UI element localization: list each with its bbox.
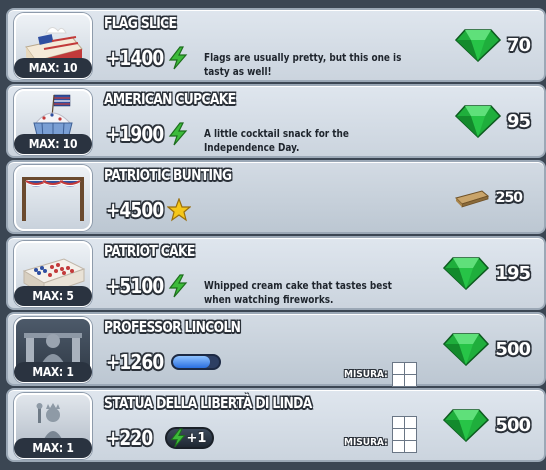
size-indicator: MISURA: bbox=[344, 416, 417, 453]
reward-value: +1400 bbox=[106, 46, 189, 70]
shop-item-american-cupcake[interactable]: MAX: 10 AMERICAN CUPCAKE +1900 A little … bbox=[6, 84, 546, 158]
footprint-grid-icon bbox=[391, 362, 417, 387]
reward-amount: +4500 bbox=[106, 198, 164, 222]
reward-value: +5100 bbox=[106, 274, 189, 298]
price-amount: 250 bbox=[495, 190, 523, 206]
item-description: Whipped cream cake that tastes best when… bbox=[204, 279, 392, 306]
price-tag[interactable]: 500 bbox=[443, 408, 531, 442]
price-amount: 95 bbox=[506, 110, 531, 132]
reward-value: +220 +1 bbox=[106, 426, 215, 450]
energy-bar-fill bbox=[173, 356, 211, 368]
patriotic-bunting-image bbox=[22, 177, 84, 221]
max-limit-badge: MAX: 10 bbox=[14, 134, 92, 154]
price-amount: 195 bbox=[495, 262, 531, 284]
reward-value: +1900 bbox=[106, 122, 189, 146]
item-title: STATUA DELLA LIBERTÀ DI LINDA bbox=[104, 394, 312, 412]
emerald-gem-icon bbox=[443, 257, 490, 290]
reward-amount: +1900 bbox=[106, 122, 164, 146]
energy-bar-icon bbox=[171, 354, 222, 370]
price-amount: 500 bbox=[495, 414, 531, 436]
shop-item-patriot-cake[interactable]: MAX: 5 PATRIOT CAKE +5100 Whipped cream … bbox=[6, 236, 546, 310]
price-tag[interactable]: 70 bbox=[454, 28, 531, 62]
price-tag[interactable]: 500 bbox=[443, 332, 531, 366]
item-description: Flags are usually pretty, but this one i… bbox=[204, 51, 402, 78]
bolt-bonus-badge: +1 bbox=[164, 427, 215, 449]
footprint-grid-icon bbox=[391, 416, 417, 453]
shop-item-list: MAX: 10 FLAG SLICE +1400 Flags are usual… bbox=[0, 0, 546, 470]
price-tag[interactable]: 250 bbox=[454, 188, 523, 208]
reward-value: +4500 bbox=[106, 198, 192, 222]
size-label: MISURA: bbox=[344, 369, 388, 380]
reward-amount: +1400 bbox=[106, 46, 164, 70]
emerald-gem-icon bbox=[454, 105, 501, 138]
shop-item-patriotic-bunting[interactable]: PATRIOTIC BUNTING +4500 250 bbox=[6, 160, 546, 234]
lightning-bolt-icon bbox=[169, 428, 186, 448]
lightning-bolt-icon bbox=[169, 274, 188, 298]
size-label: MISURA: bbox=[344, 437, 388, 448]
item-title: PATRIOTIC BUNTING bbox=[104, 166, 232, 184]
reward-amount: +5100 bbox=[106, 274, 164, 298]
price-tag[interactable]: 95 bbox=[454, 104, 531, 138]
shop-item-statua-della-liberta[interactable]: MAX: 1 STATUA DELLA LIBERTÀ DI LINDA +22… bbox=[6, 388, 546, 462]
star-icon bbox=[167, 198, 192, 222]
max-limit-badge: MAX: 5 bbox=[14, 286, 92, 306]
max-limit-badge: MAX: 1 bbox=[14, 438, 92, 458]
lightning-bolt-icon bbox=[169, 46, 188, 70]
max-limit-badge: MAX: 1 bbox=[14, 362, 92, 382]
price-tag[interactable]: 195 bbox=[443, 256, 531, 290]
patriotic-bunting-thumbnail bbox=[14, 165, 92, 231]
reward-value: +1260 bbox=[106, 350, 222, 374]
lightning-bolt-icon bbox=[169, 122, 188, 146]
emerald-gem-icon bbox=[443, 409, 490, 442]
item-title: PATRIOT CAKE bbox=[104, 242, 195, 260]
max-limit-badge: MAX: 10 bbox=[14, 58, 92, 78]
item-description: A little cocktail snack for the Independ… bbox=[204, 127, 349, 154]
shop-item-professor-lincoln[interactable]: MAX: 1 PROFESSOR LINCOLN +1260 MISURA: 5… bbox=[6, 312, 546, 387]
emerald-gem-icon bbox=[443, 333, 490, 366]
bolt-bonus-amount: +1 bbox=[186, 430, 207, 446]
emerald-gem-icon bbox=[454, 29, 501, 62]
size-indicator: MISURA: bbox=[344, 362, 417, 387]
reward-amount: +1260 bbox=[106, 350, 164, 374]
item-title: PROFESSOR LINCOLN bbox=[104, 318, 241, 336]
item-title: AMERICAN CUPCAKE bbox=[104, 90, 236, 108]
price-amount: 70 bbox=[506, 34, 531, 56]
shop-item-flag-slice[interactable]: MAX: 10 FLAG SLICE +1400 Flags are usual… bbox=[6, 8, 546, 82]
wood-plank-icon bbox=[454, 190, 489, 208]
reward-amount: +220 bbox=[106, 426, 153, 450]
item-title: FLAG SLICE bbox=[104, 14, 177, 32]
price-amount: 500 bbox=[495, 338, 531, 360]
